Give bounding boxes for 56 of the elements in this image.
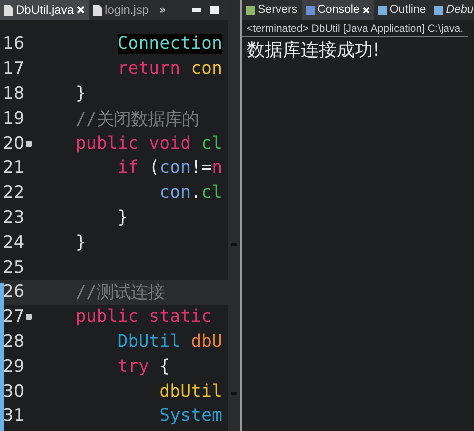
code-line: //关闭数据库的 xyxy=(74,108,199,131)
close-icon[interactable] xyxy=(77,6,86,14)
line-number: 25 xyxy=(3,258,25,278)
line-number: 17 xyxy=(3,59,25,80)
code-line: con.cl xyxy=(158,183,222,204)
overflow-chevron[interactable]: » xyxy=(159,3,166,17)
line-number: 29 xyxy=(3,356,25,377)
editor-tab[interactable]: login.jsp xyxy=(89,0,154,20)
line-number: 21 xyxy=(3,158,25,178)
line-number: 23 xyxy=(3,208,25,228)
line-number: 31 xyxy=(3,406,25,426)
fold-icon[interactable] xyxy=(26,140,32,147)
view-icon xyxy=(434,6,444,14)
tab-label: Outline xyxy=(390,4,426,16)
code-line: DbUtil dbU xyxy=(116,332,222,352)
line-number: 26 xyxy=(3,282,25,302)
file-icon xyxy=(4,4,13,16)
code-line: //测试连接 xyxy=(74,282,165,304)
fold-icon[interactable] xyxy=(26,314,32,320)
code-line: } xyxy=(74,84,86,104)
view-tab[interactable]: Debu xyxy=(430,0,474,20)
maximize-icon[interactable] xyxy=(209,5,220,15)
view-tab[interactable]: Servers xyxy=(242,0,302,20)
tab-label: login.jsp xyxy=(105,3,150,17)
code-line: public void cl xyxy=(74,134,222,154)
line-number: 28 xyxy=(3,332,25,352)
line-number: 20 xyxy=(3,134,25,154)
code-line: System xyxy=(158,406,222,426)
code-line: } xyxy=(116,208,128,228)
line-number: 16 xyxy=(3,34,25,54)
view-icon xyxy=(378,6,387,14)
line-number: 30 xyxy=(3,382,25,402)
code-line: try { xyxy=(116,356,170,377)
view-icon xyxy=(246,6,255,14)
code-line: if (con!=n xyxy=(116,158,223,178)
code-line: dbUtil xyxy=(158,382,222,402)
line-number: 18 xyxy=(3,84,25,104)
view-icon xyxy=(306,6,315,14)
code-line: } xyxy=(74,232,86,253)
editor-tab[interactable]: DbUtil.java xyxy=(0,0,90,20)
file-icon xyxy=(93,4,102,16)
line-number: 24 xyxy=(3,232,25,253)
view-tab[interactable]: Outline xyxy=(374,0,430,20)
console-output: 数据库连接成功! xyxy=(246,39,382,63)
close-icon[interactable] xyxy=(362,6,370,14)
tab-label: Console xyxy=(318,4,360,16)
line-number: 19 xyxy=(3,108,25,129)
line-number: 22 xyxy=(3,183,25,204)
code-line: return con xyxy=(116,59,222,80)
line-number: 27 xyxy=(3,307,25,328)
tab-label: Servers xyxy=(258,4,298,16)
tab-label: DbUtil.java xyxy=(16,3,74,17)
code-line: public static xyxy=(74,307,212,328)
tab-label: Debu xyxy=(446,4,474,16)
view-tab[interactable]: Console xyxy=(302,0,374,20)
console-header: <terminated> DbUtil [Java Application] C:\java. xyxy=(242,20,468,37)
